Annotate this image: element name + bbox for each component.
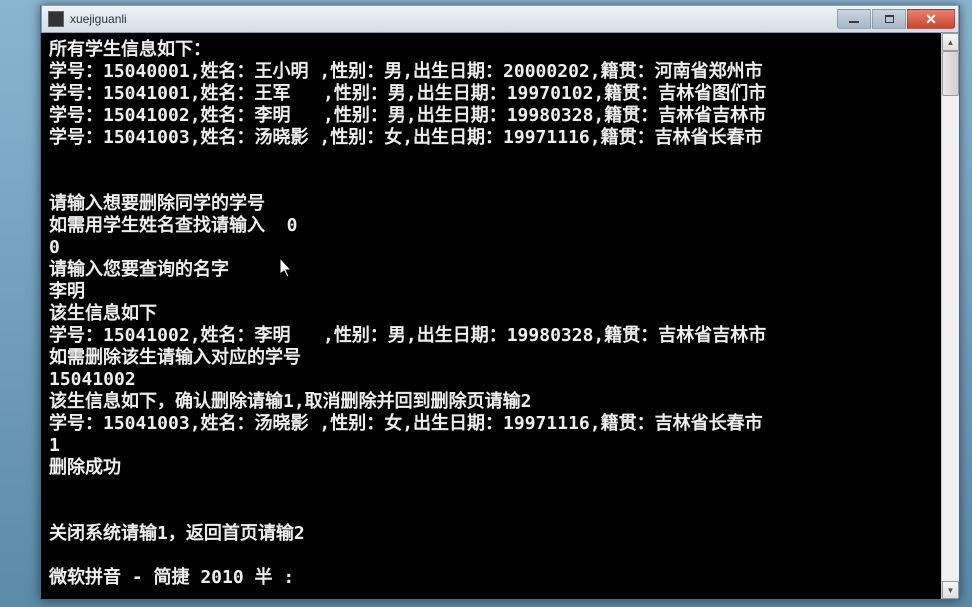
app-icon [48, 11, 64, 27]
prompt-line: 如需用学生姓名查找请输入 0 [49, 215, 933, 237]
blank-line [49, 501, 933, 523]
prompt-line: 关闭系统请输1，返回首页请输2 [49, 523, 933, 545]
prompt-line: 如需删除该生请输入对应的学号 [49, 347, 933, 369]
text-line: 该生信息如下 [49, 303, 933, 325]
close-icon: ✕ [925, 12, 937, 26]
minimize-button[interactable] [837, 9, 871, 29]
window-title: xuejiguanli [70, 12, 836, 26]
text-line: 所有学生信息如下： [49, 39, 933, 61]
prompt-line: 该生信息如下，确认删除请输1,取消删除并回到删除页请输2 [49, 391, 933, 413]
text-line: 删除成功 [49, 457, 933, 479]
input-line: 李明 [49, 281, 933, 303]
scroll-up-button[interactable]: ▲ [942, 33, 959, 51]
blank-line [49, 171, 933, 193]
maximize-button[interactable] [872, 9, 906, 29]
window-controls: ✕ [836, 9, 955, 29]
ime-status-line: 微软拼音 - 简捷 2010 半 : [49, 567, 933, 589]
prompt-line: 请输入您要查询的名字 [49, 259, 933, 281]
scroll-thumb[interactable] [942, 51, 959, 96]
vertical-scrollbar[interactable]: ▲ ▼ [941, 33, 959, 599]
student-row: 学号：15041002,姓名：李明 ,性别：男,出生日期：19980328,籍贯… [49, 325, 933, 347]
close-button[interactable]: ✕ [907, 9, 955, 29]
input-line: 0 [49, 237, 933, 259]
student-row: 学号：15041001,姓名：王军 ,性别：男,出生日期：19970102,籍贯… [49, 83, 933, 105]
scroll-down-button[interactable]: ▼ [942, 581, 959, 599]
input-line: 15041002 [49, 369, 933, 391]
student-row: 学号：15040001,姓名：王小明 ,性别：男,出生日期：20000202,籍… [49, 61, 933, 83]
console-output[interactable]: 所有学生信息如下：学号：15040001,姓名：王小明 ,性别：男,出生日期：2… [41, 33, 941, 599]
input-line: 1 [49, 435, 933, 457]
blank-line [49, 479, 933, 501]
console-area: 所有学生信息如下：学号：15040001,姓名：王小明 ,性别：男,出生日期：2… [41, 33, 959, 599]
prompt-line: 请输入想要删除同学的学号 [49, 193, 933, 215]
minimize-icon [849, 21, 859, 23]
blank-line [49, 545, 933, 567]
titlebar[interactable]: xuejiguanli ✕ [41, 5, 959, 33]
student-row: 学号：15041003,姓名：汤晓影 ,性别：女,出生日期：19971116,籍… [49, 127, 933, 149]
blank-line [49, 149, 933, 171]
console-window: xuejiguanli ✕ 所有学生信息如下：学号：15040001,姓名：王小… [40, 5, 960, 600]
student-row: 学号：15041003,姓名：汤晓影 ,性别：女,出生日期：19971116,籍… [49, 413, 933, 435]
maximize-icon [885, 15, 894, 23]
student-row: 学号：15041002,姓名：李明 ,性别：男,出生日期：19980328,籍贯… [49, 105, 933, 127]
